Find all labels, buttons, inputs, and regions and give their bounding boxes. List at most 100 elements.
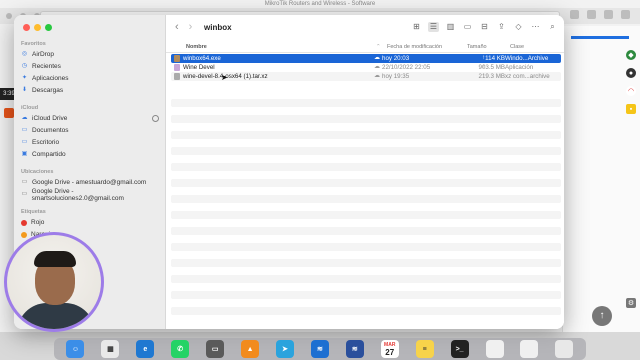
empty-row: [171, 147, 561, 155]
sidebar-item-downloads[interactable]: ⬇ Descargas: [21, 85, 161, 96]
empty-row: [171, 99, 561, 107]
finder-icon[interactable]: ☺: [66, 340, 85, 358]
sidebar-item-recents[interactable]: ◷ Recientes: [21, 61, 161, 72]
sidebar-item-label: Google Drive - smartsoluciones2.0@gmail.…: [31, 187, 124, 202]
network-tool-icon[interactable]: ≋: [345, 340, 364, 358]
sidebar-item-label: AirDrop: [32, 51, 55, 58]
close-button[interactable]: [23, 24, 30, 31]
sidebar-section-icloud: iCloud: [21, 105, 39, 111]
whatsapp-icon[interactable]: ✆: [171, 340, 190, 358]
telegram-icon[interactable]: ➤: [275, 340, 294, 358]
sidebar-item-label: Aplicaciones: [32, 75, 69, 82]
sidebar-item-label: Documentos: [32, 127, 69, 134]
empty-row: [171, 227, 561, 235]
airdrop-icon: ◎: [21, 51, 28, 57]
settings-icon[interactable]: ⚙: [626, 298, 636, 308]
dock: ☺ ▦ e ✆ ▭ ▲ ➤ ≋ ≋ MAR 27 ≡ >_: [54, 338, 586, 360]
column-size[interactable]: Tamaño: [467, 44, 487, 50]
edge-browser-icon[interactable]: e: [136, 340, 155, 358]
sidebar-item-airdrop[interactable]: ◎ AirDrop: [21, 49, 161, 60]
minimize-button[interactable]: [34, 24, 41, 31]
stop-recording-button[interactable]: [4, 108, 14, 118]
github-icon[interactable]: ●: [626, 68, 636, 78]
drive-icon: ▭: [21, 191, 28, 197]
sidebar-item-google-drive-2[interactable]: ▭ Google Drive - smartsoluciones2.0@gmai…: [21, 187, 161, 202]
column-name[interactable]: Nombre: [186, 44, 207, 50]
tag-icon[interactable]: ◇: [513, 22, 524, 32]
column-header: Nombre ⌃ Fecha de modificación Tamaño Cl…: [166, 41, 564, 53]
back-icon[interactable]: ‹: [175, 21, 179, 33]
column-kind[interactable]: Clase: [510, 44, 524, 50]
empty-row: [171, 163, 561, 171]
file-kind: Aplicación: [505, 64, 534, 71]
launchpad-icon[interactable]: ▦: [101, 340, 120, 358]
sidebar-item-icloud-drive[interactable]: ☁ iCloud Drive: [21, 113, 161, 124]
file-row[interactable]: wine-devel-8.4-osx64 (1).tar.xz ☁ hoy 19…: [171, 72, 561, 81]
sidebar-item-label: iCloud Drive: [32, 115, 68, 122]
file-name: winbox64.exe: [183, 55, 221, 62]
webcam-overlay: [4, 232, 104, 332]
forward-icon[interactable]: ›: [189, 21, 193, 33]
extension-icon[interactable]: ◆: [626, 50, 636, 60]
notes-icon[interactable]: ≡: [415, 340, 434, 358]
file-date: hoy 20:03: [382, 55, 410, 62]
scroll-to-top-button[interactable]: ↑: [592, 306, 612, 326]
orange-tag-icon: [21, 231, 27, 238]
new-tab-icon[interactable]: [604, 10, 613, 19]
file-kind: xz com...archive: [505, 73, 550, 80]
vlc-icon[interactable]: ▲: [241, 340, 260, 358]
gauge-icon[interactable]: ◠: [626, 86, 636, 96]
empty-row: [171, 179, 561, 187]
sidebar-item-applications[interactable]: ✦ Aplicaciones: [21, 73, 161, 84]
document-icon: ▭: [21, 127, 28, 133]
group-icon[interactable]: ⊟: [479, 22, 490, 32]
sidebar-section-locations: Ubicaciones: [21, 169, 54, 175]
file-row[interactable]: winbox64.exe ☁ hoy 20:03 ↑ 114 KB Windo.…: [171, 54, 561, 63]
sidebar-toggle-icon[interactable]: [570, 10, 579, 19]
sidebar-item-label: Compartido: [32, 151, 66, 158]
calendar-icon[interactable]: MAR 27: [380, 340, 399, 358]
share-icon[interactable]: [587, 10, 596, 19]
shared-folder-icon: ▣: [21, 151, 28, 157]
tabs-overview-icon[interactable]: [621, 10, 630, 19]
list-view-icon[interactable]: ☰: [428, 22, 439, 32]
file-size: 114 KB: [485, 55, 505, 62]
file-kind: Windo...Archive: [505, 55, 549, 62]
sidebar-item-shared[interactable]: ▣ Compartido: [21, 149, 161, 160]
sidebar-item-tag-red[interactable]: Rojo: [21, 217, 161, 228]
window-controls: [23, 24, 52, 31]
notes-icon[interactable]: ▪: [626, 104, 636, 114]
presenter-hair: [34, 251, 76, 267]
file-date: 22/10/2022 22:05: [382, 64, 431, 71]
sidebar-section-favorites: Favoritos: [21, 41, 46, 47]
sidebar-item-desktop[interactable]: ▭ Escritorio: [21, 137, 161, 148]
finder-toolbar: ‹ › winbox ⊞ ☰ ▥ ▭ ⊟ ⇪ ◇ ⋯ ⌕: [166, 15, 564, 41]
column-date[interactable]: Fecha de modificación: [387, 44, 442, 50]
applications-icon: ✦: [21, 75, 28, 81]
wine-app-icon: [174, 64, 180, 71]
icon-view-icon[interactable]: ⊞: [411, 22, 422, 32]
gallery-view-icon[interactable]: ▭: [462, 22, 473, 32]
winbox-icon[interactable]: ≋: [310, 340, 329, 358]
search-icon[interactable]: ⌕: [547, 22, 558, 32]
app-icon[interactable]: ▭: [206, 340, 225, 358]
sidebar-item-google-drive-1[interactable]: ▭ Google Drive - amestuardo@gmail.com: [21, 177, 161, 188]
column-view-icon[interactable]: ▥: [445, 22, 456, 32]
finder-main-pane: ‹ › winbox ⊞ ☰ ▥ ▭ ⊟ ⇪ ◇ ⋯ ⌕ Nombre ⌃ Fe…: [166, 15, 564, 329]
maximize-button[interactable]: [45, 24, 52, 31]
file-row[interactable]: Wine Devel ☁ 22/10/2022 22:05 ↑ 903.5 MB…: [171, 63, 561, 72]
sidebar-item-documents[interactable]: ▭ Documentos: [21, 125, 161, 136]
mouse-cursor-icon: ➤: [221, 73, 228, 82]
document-thumbnail-icon[interactable]: [485, 340, 504, 358]
more-actions-icon[interactable]: ⋯: [530, 22, 541, 32]
trash-icon[interactable]: [555, 340, 574, 358]
page-accent-bar: [571, 36, 629, 39]
document-thumbnail-icon[interactable]: [520, 340, 539, 358]
toolbar-icons: ⊞ ☰ ▥ ▭ ⊟ ⇪ ◇ ⋯ ⌕: [411, 22, 558, 32]
file-name: Wine Devel: [183, 64, 215, 71]
desktop-icon: ▭: [21, 139, 28, 145]
terminal-icon[interactable]: >_: [450, 340, 469, 358]
folder-title: winbox: [204, 23, 232, 32]
share-icon[interactable]: ⇪: [496, 22, 507, 32]
sort-chevron-icon: ⌃: [376, 44, 381, 50]
